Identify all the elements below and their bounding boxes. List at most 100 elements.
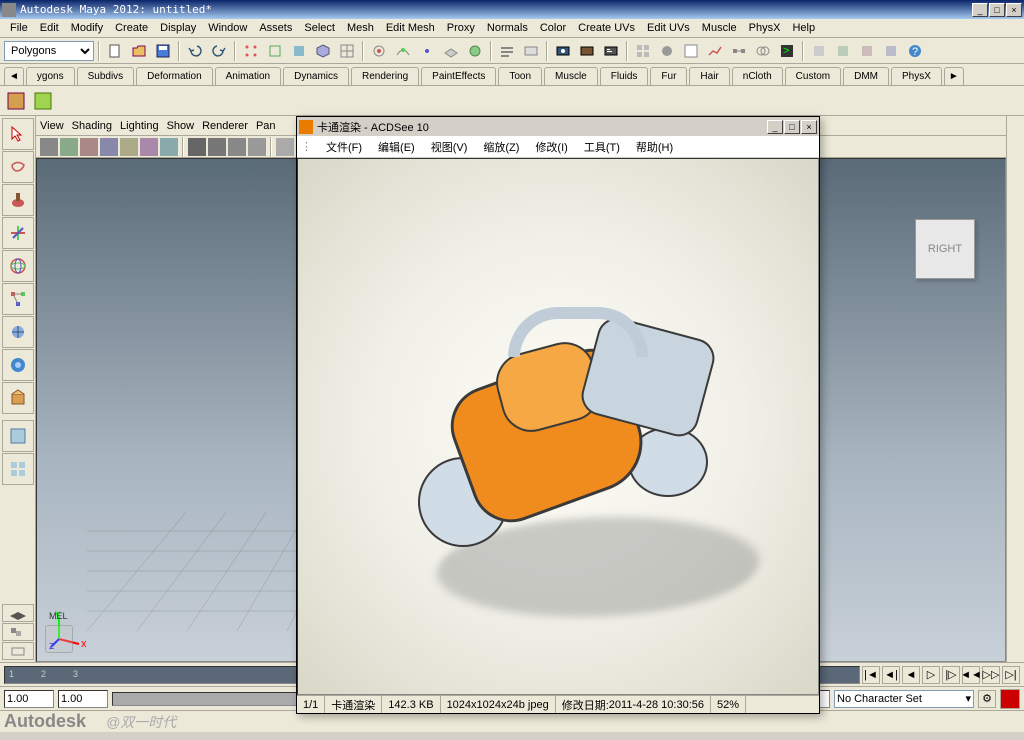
snap-live-button[interactable] — [464, 40, 486, 62]
panel-icon-1[interactable] — [40, 138, 58, 156]
menu-file[interactable]: File — [4, 20, 34, 36]
menu-modify[interactable]: Modify — [65, 20, 109, 36]
shelf-tab-custom[interactable]: Custom — [785, 67, 841, 85]
go-start-button[interactable]: |◄ — [862, 666, 880, 684]
ipr-button[interactable] — [576, 40, 598, 62]
menu-window[interactable]: Window — [202, 20, 253, 36]
move-tool[interactable] — [2, 217, 34, 249]
range-start-inner[interactable] — [58, 690, 108, 708]
menu-create[interactable]: Create — [109, 20, 154, 36]
sets-button[interactable] — [752, 40, 774, 62]
acdsee-menu-view[interactable]: 视图(V) — [425, 137, 474, 157]
menu-editmesh[interactable]: Edit Mesh — [380, 20, 441, 36]
minimize-button[interactable]: _ — [972, 3, 988, 17]
panel-menu-view[interactable]: View — [40, 120, 64, 132]
layer-toggle-2[interactable] — [2, 623, 34, 641]
play-fwd-button[interactable]: ▷ — [922, 666, 940, 684]
snap-grid-button[interactable] — [368, 40, 390, 62]
select-tool[interactable] — [2, 118, 34, 150]
paint-tool[interactable] — [2, 184, 34, 216]
shelf-tab-animation[interactable]: Animation — [215, 67, 281, 85]
history-button[interactable] — [496, 40, 518, 62]
module-selector[interactable]: Polygons — [4, 41, 94, 61]
step-fwd-button[interactable]: |▷ — [942, 666, 960, 684]
shelf-tab-physx[interactable]: PhysX — [891, 67, 942, 85]
shelf-scroll-left[interactable]: ◄ — [4, 67, 24, 85]
rel-editor-button[interactable] — [728, 40, 750, 62]
shelf-icon-2[interactable] — [31, 89, 55, 113]
outliner-button[interactable] — [680, 40, 702, 62]
shelf-tab-polygons[interactable]: ygons — [26, 67, 75, 85]
extra-button-4[interactable] — [880, 40, 902, 62]
menu-edituvs[interactable]: Edit UVs — [641, 20, 696, 36]
menu-color[interactable]: Color — [534, 20, 572, 36]
open-scene-button[interactable] — [128, 40, 150, 62]
last-tool[interactable] — [2, 382, 34, 414]
panel-icon-10[interactable] — [228, 138, 246, 156]
shelf-tab-deformation[interactable]: Deformation — [136, 67, 212, 85]
range-start-outer[interactable] — [4, 690, 54, 708]
lasso-tool[interactable] — [2, 151, 34, 183]
panel-icon-4[interactable] — [100, 138, 118, 156]
acdsee-menu-file[interactable]: 文件(F) — [320, 137, 368, 157]
panel-icon-3[interactable] — [80, 138, 98, 156]
panel-icon-11[interactable] — [248, 138, 266, 156]
shelf-scroll-right[interactable]: ► — [944, 67, 964, 85]
key-fwd-button[interactable]: ▷▷ — [982, 666, 1000, 684]
graph-button[interactable] — [704, 40, 726, 62]
redo-button[interactable] — [208, 40, 230, 62]
extra-button-1[interactable] — [808, 40, 830, 62]
shelf-tab-ncloth[interactable]: nCloth — [732, 67, 783, 85]
select-vertex-button[interactable] — [240, 40, 262, 62]
menu-physx[interactable]: PhysX — [743, 20, 787, 36]
acdsee-menu-modify[interactable]: 修改(I) — [529, 137, 573, 157]
select-object-button[interactable] — [312, 40, 334, 62]
save-scene-button[interactable] — [152, 40, 174, 62]
acdsee-menu-tools[interactable]: 工具(T) — [578, 137, 626, 157]
snap-curve-button[interactable] — [392, 40, 414, 62]
menu-normals[interactable]: Normals — [481, 20, 534, 36]
snap-plane-button[interactable] — [440, 40, 462, 62]
four-view-button[interactable] — [2, 453, 34, 485]
autokey-button[interactable] — [1000, 689, 1020, 709]
layout-button[interactable] — [632, 40, 654, 62]
single-view-button[interactable] — [2, 420, 34, 452]
manip-tool[interactable] — [2, 316, 34, 348]
panel-icon-12[interactable] — [276, 138, 294, 156]
acdsee-image-viewer[interactable] — [297, 158, 819, 695]
undo-button[interactable] — [184, 40, 206, 62]
new-scene-button[interactable] — [104, 40, 126, 62]
panel-menu-renderer[interactable]: Renderer — [202, 120, 248, 132]
menu-display[interactable]: Display — [154, 20, 202, 36]
panel-menu-lighting[interactable]: Lighting — [120, 120, 159, 132]
shelf-tab-hair[interactable]: Hair — [689, 67, 729, 85]
shelf-tab-dmm[interactable]: DMM — [843, 67, 889, 85]
key-back-button[interactable]: ◄◄ — [962, 666, 980, 684]
shelf-tab-fur[interactable]: Fur — [650, 67, 687, 85]
menu-edit[interactable]: Edit — [34, 20, 65, 36]
menu-proxy[interactable]: Proxy — [441, 20, 481, 36]
script-editor-button[interactable]: > — [776, 40, 798, 62]
history-off-button[interactable] — [520, 40, 542, 62]
shelf-tab-subdivs[interactable]: Subdivs — [77, 67, 135, 85]
shelf-tab-muscle[interactable]: Muscle — [544, 67, 598, 85]
viewcube[interactable]: RIGHT — [915, 219, 975, 279]
menu-help[interactable]: Help — [786, 20, 821, 36]
scale-tool[interactable] — [2, 283, 34, 315]
select-edge-button[interactable] — [264, 40, 286, 62]
panel-menu-show[interactable]: Show — [167, 120, 195, 132]
shelf-tab-painteffects[interactable]: PaintEffects — [421, 67, 496, 85]
shelf-tab-toon[interactable]: Toon — [498, 67, 542, 85]
step-back-button[interactable]: ◄| — [882, 666, 900, 684]
menu-createuvs[interactable]: Create UVs — [572, 20, 641, 36]
panel-icon-7[interactable] — [160, 138, 178, 156]
layer-toggle-1[interactable] — [2, 604, 34, 622]
acdsee-maximize-button[interactable]: □ — [784, 120, 800, 134]
layer-toggle-3[interactable] — [2, 642, 34, 660]
extra-button-2[interactable] — [832, 40, 854, 62]
go-end-button[interactable]: ▷| — [1002, 666, 1020, 684]
acdsee-menu-edit[interactable]: 编辑(E) — [372, 137, 421, 157]
acdsee-minimize-button[interactable]: _ — [767, 120, 783, 134]
shelf-icon-1[interactable] — [4, 89, 28, 113]
acdsee-close-button[interactable]: × — [801, 120, 817, 134]
